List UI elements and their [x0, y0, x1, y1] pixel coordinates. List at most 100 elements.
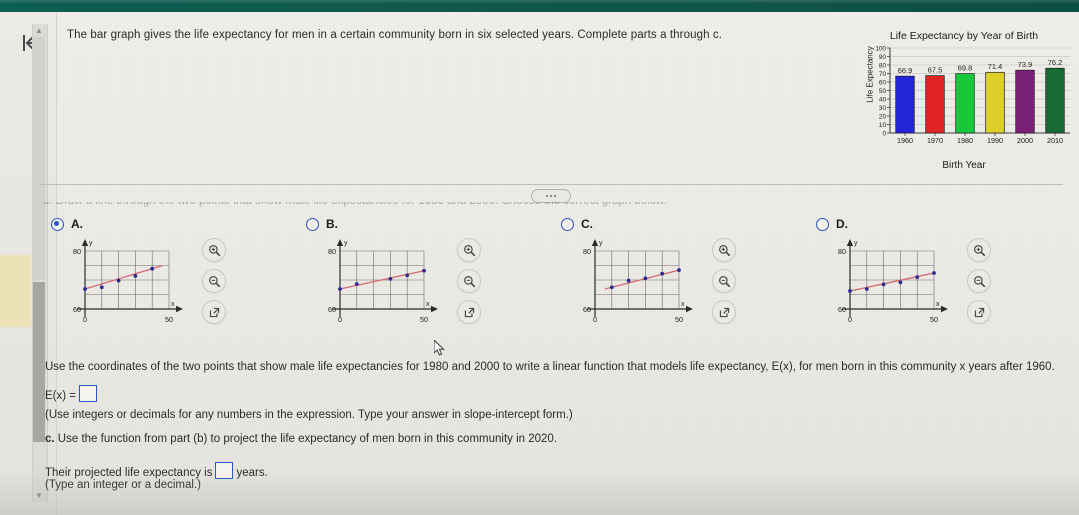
part-c-text: Use the function from part (b) to projec…	[57, 433, 558, 445]
more-options-button[interactable]	[531, 189, 571, 203]
scrollbar-thumb-upper[interactable]	[33, 37, 45, 280]
radio-choice-c[interactable]	[561, 217, 574, 231]
svg-text:80: 80	[879, 63, 887, 70]
choice-c-header[interactable]: C.	[561, 217, 593, 231]
zoom-in-icon[interactable]	[968, 239, 990, 261]
svg-text:2010: 2010	[1047, 136, 1063, 145]
dot-3	[554, 195, 556, 197]
svg-text:y: y	[854, 240, 858, 247]
zoom-in-icon[interactable]	[458, 239, 480, 261]
choice-b-graph: y x 80 60 0 50	[316, 237, 456, 332]
vertical-scrollbar-thumb[interactable]	[33, 282, 45, 442]
choice-a-letter: A.	[71, 217, 83, 231]
svg-text:2000: 2000	[1017, 136, 1033, 145]
application-window: ▲ ▼ The bar graph gives the life expecta…	[0, 0, 1079, 515]
zoom-out-icon[interactable]	[458, 270, 480, 292]
zoom-in-icon[interactable]	[713, 239, 735, 261]
highlight-patch	[0, 255, 31, 327]
svg-text:1980: 1980	[957, 136, 973, 145]
answer-choice-b[interactable]: B. y x 80 60 0 50	[306, 217, 556, 332]
choice-d-header[interactable]: D.	[816, 217, 848, 231]
projection-input[interactable]	[215, 462, 234, 479]
answer-choice-a[interactable]: A. y x 80 60 0 50	[51, 217, 301, 332]
svg-text:50: 50	[930, 315, 938, 324]
svg-text:70: 70	[879, 71, 887, 78]
svg-text:50: 50	[879, 88, 887, 95]
svg-text:x: x	[426, 301, 430, 308]
zoom-out-icon[interactable]	[968, 270, 990, 292]
zoom-in-icon[interactable]	[203, 239, 225, 261]
content-area: The bar graph gives the life expectancy …	[41, 12, 1079, 515]
radio-choice-b[interactable]	[306, 217, 319, 231]
svg-text:1990: 1990	[987, 136, 1003, 145]
zoom-out-icon[interactable]	[203, 270, 225, 292]
svg-text:60: 60	[838, 305, 846, 314]
chart-plot-area: 0 1020 3040 5060 7080 90100 66.9 1960 67.5 1970 69…	[875, 46, 1070, 145]
choice-d-letter: D.	[836, 217, 848, 231]
svg-text:90: 90	[879, 54, 887, 61]
choice-a-tools	[203, 239, 225, 323]
open-in-new-window-icon[interactable]	[458, 301, 480, 323]
part-b-instruction-text: b. Draw a line through the two points th…	[43, 202, 667, 207]
open-in-new-window-icon[interactable]	[968, 301, 990, 323]
svg-text:30: 30	[879, 105, 887, 112]
svg-text:x: x	[936, 301, 940, 308]
part-b-instruction-clipped: b. Draw a line through the two points th…	[43, 202, 1053, 214]
svg-text:66.9: 66.9	[898, 66, 912, 75]
choice-d-tools	[968, 239, 990, 323]
part-c-label: c.	[45, 433, 55, 445]
svg-text:60: 60	[73, 305, 81, 314]
open-in-new-window-icon[interactable]	[713, 301, 735, 323]
svg-text:1960: 1960	[897, 136, 913, 145]
dot-1	[546, 195, 548, 197]
svg-text:60: 60	[879, 80, 887, 87]
chart-y-axis-label: Life Expectancy	[865, 46, 875, 103]
svg-text:60: 60	[328, 305, 336, 314]
svg-text:0: 0	[338, 315, 342, 324]
svg-text:69.8: 69.8	[958, 63, 972, 72]
projection-prefix: Their projected life expectancy is	[45, 467, 213, 479]
radio-choice-d[interactable]	[816, 217, 829, 231]
svg-text:80: 80	[328, 247, 336, 256]
svg-text:20: 20	[879, 114, 887, 121]
answer-choice-c[interactable]: C. y x 80 60 0 50	[561, 217, 811, 332]
svg-text:40: 40	[879, 97, 887, 104]
choice-a-header[interactable]: A.	[51, 217, 83, 231]
open-in-new-window-icon[interactable]	[203, 301, 225, 323]
svg-text:0: 0	[848, 315, 852, 324]
svg-text:80: 80	[73, 247, 81, 256]
equation-input-row: E(x) =	[45, 385, 100, 402]
scroll-down-arrow[interactable]: ▼	[32, 489, 46, 502]
radio-choice-a[interactable]	[51, 217, 64, 231]
svg-text:71.4: 71.4	[988, 62, 1002, 71]
chart-title: Life Expectancy by Year of Birth	[889, 30, 1039, 42]
svg-text:50: 50	[420, 315, 428, 324]
choice-b-letter: B.	[326, 217, 338, 231]
svg-text:x: x	[681, 301, 685, 308]
problem-prompt: The bar graph gives the life expectancy …	[67, 29, 722, 41]
life-expectancy-bar-chart: Life Expectancy by Year of Birth Life Ex…	[852, 30, 1076, 178]
svg-text:76.2: 76.2	[1048, 58, 1062, 67]
svg-text:50: 50	[165, 315, 173, 324]
svg-text:0: 0	[882, 131, 886, 138]
svg-text:y: y	[89, 240, 93, 247]
choice-b-header[interactable]: B.	[306, 217, 338, 231]
choice-d-graph: y x 80 60 0 50	[826, 237, 966, 332]
svg-text:67.5: 67.5	[928, 65, 942, 74]
svg-text:80: 80	[583, 247, 591, 256]
equation-input[interactable]	[79, 385, 97, 402]
svg-text:x: x	[171, 301, 175, 308]
svg-text:0: 0	[83, 315, 87, 324]
svg-text:0: 0	[593, 315, 597, 324]
zoom-out-icon[interactable]	[713, 270, 735, 292]
choice-b-tools	[458, 239, 480, 323]
projection-row: Their projected life expectancy is years.	[45, 462, 268, 479]
scroll-up-arrow[interactable]: ▲	[32, 24, 46, 37]
answer-choice-d[interactable]: D. y x 80 60 0 50	[816, 217, 1066, 332]
choice-c-tools	[713, 239, 735, 323]
linear-function-instruction: Use the coordinates of the two points th…	[45, 361, 1055, 373]
svg-text:y: y	[599, 240, 603, 247]
projection-hint: (Type an integer or a decimal.)	[45, 479, 201, 491]
projection-suffix: years.	[236, 467, 268, 479]
equation-label: E(x) =	[45, 390, 76, 402]
